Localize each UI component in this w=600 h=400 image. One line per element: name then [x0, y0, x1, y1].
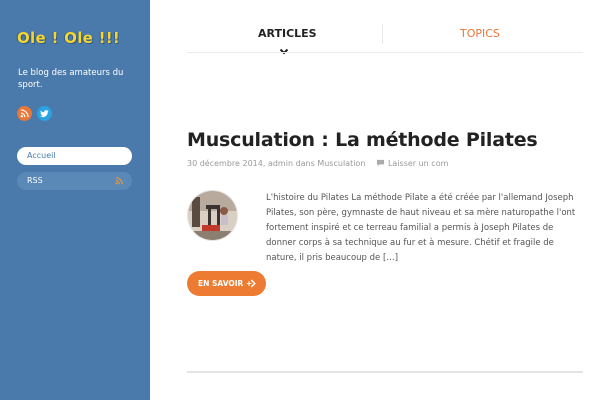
tab-divider [382, 24, 383, 44]
sidebar-item-rss[interactable]: RSS [17, 172, 132, 190]
site-tagline: Le blog des amateurs du sport. [18, 68, 124, 90]
sidebar-item-label: RSS [27, 176, 43, 185]
post-date[interactable]: 30 décembre 2014, [187, 159, 265, 168]
site-logo[interactable]: Ole ! Ole !!! [17, 29, 120, 47]
rss-icon [115, 177, 123, 185]
tab-articles[interactable]: ARTICLES [258, 27, 317, 40]
post-meta: 30 décembre 2014, admin dans Musculation… [187, 159, 448, 168]
post-category[interactable]: Musculation [317, 159, 365, 168]
comment-icon [376, 159, 384, 167]
rss-icon[interactable] [17, 106, 32, 121]
chevron-right-icon [250, 279, 256, 288]
twitter-icon[interactable] [37, 106, 52, 121]
tab-underline [187, 52, 583, 53]
post-divider [187, 371, 583, 373]
post-comments-link[interactable]: Laisser un com [388, 159, 448, 168]
read-more-label: EN SAVOIR + [198, 279, 253, 288]
read-more-button[interactable]: EN SAVOIR + [187, 271, 266, 296]
post-title[interactable]: Musculation : La méthode Pilates [187, 129, 538, 151]
post-excerpt: L'histoire du Pilates La méthode Pilate … [266, 193, 576, 263]
post-thumbnail[interactable] [187, 190, 238, 241]
sidebar: Ole ! Ole !!! Le blog des amateurs du sp… [0, 0, 150, 400]
sidebar-item-accueil[interactable]: Accueil [17, 147, 132, 165]
post-author-prefix: admin dans [267, 159, 315, 168]
sidebar-item-label: Accueil [27, 151, 56, 160]
tab-topics[interactable]: TOPICS [460, 27, 500, 40]
